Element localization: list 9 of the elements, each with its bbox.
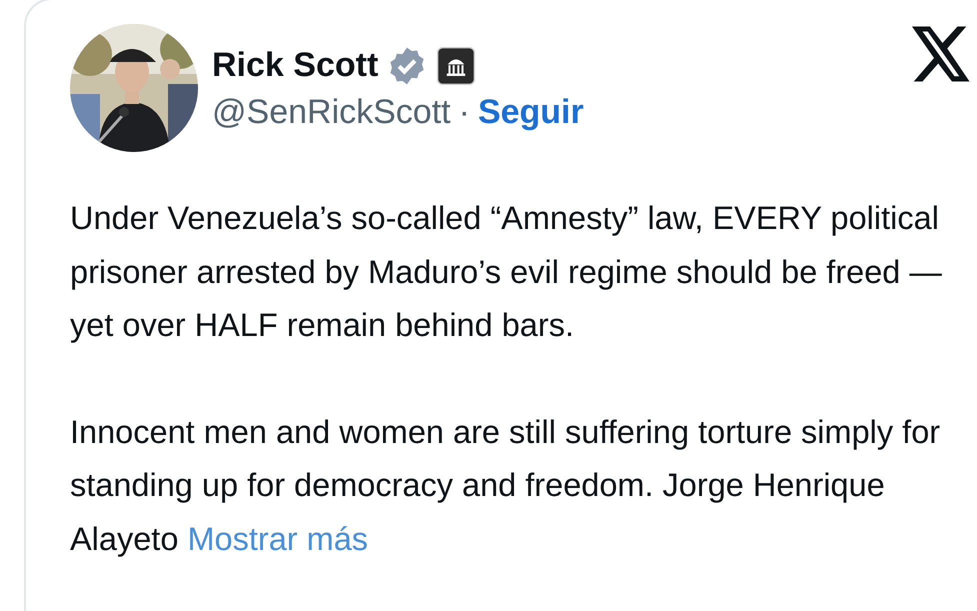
follow-link[interactable]: Seguir	[478, 92, 584, 132]
separator-dot: ·	[458, 92, 470, 132]
show-more-link[interactable]: Mostrar más	[187, 520, 368, 556]
x-logo-icon[interactable]	[912, 26, 972, 82]
tweet-paragraph: Innocent men and women are still suffering torture simply for standing up for democracy and freedom. Jorge Henrique Alayeto Mostrar más	[70, 412, 942, 559]
government-building-icon	[436, 46, 476, 86]
author-handle: @SenRickScott	[212, 92, 451, 132]
tweet-paragraph: Under Venezuela’s so-called “Amnesty” law, EVERY political prisoner arrested by Maduro’s evil regime should be freed — yet over HALF remain behind bars.	[70, 199, 943, 345]
author-name: Rick Scott	[212, 46, 378, 85]
